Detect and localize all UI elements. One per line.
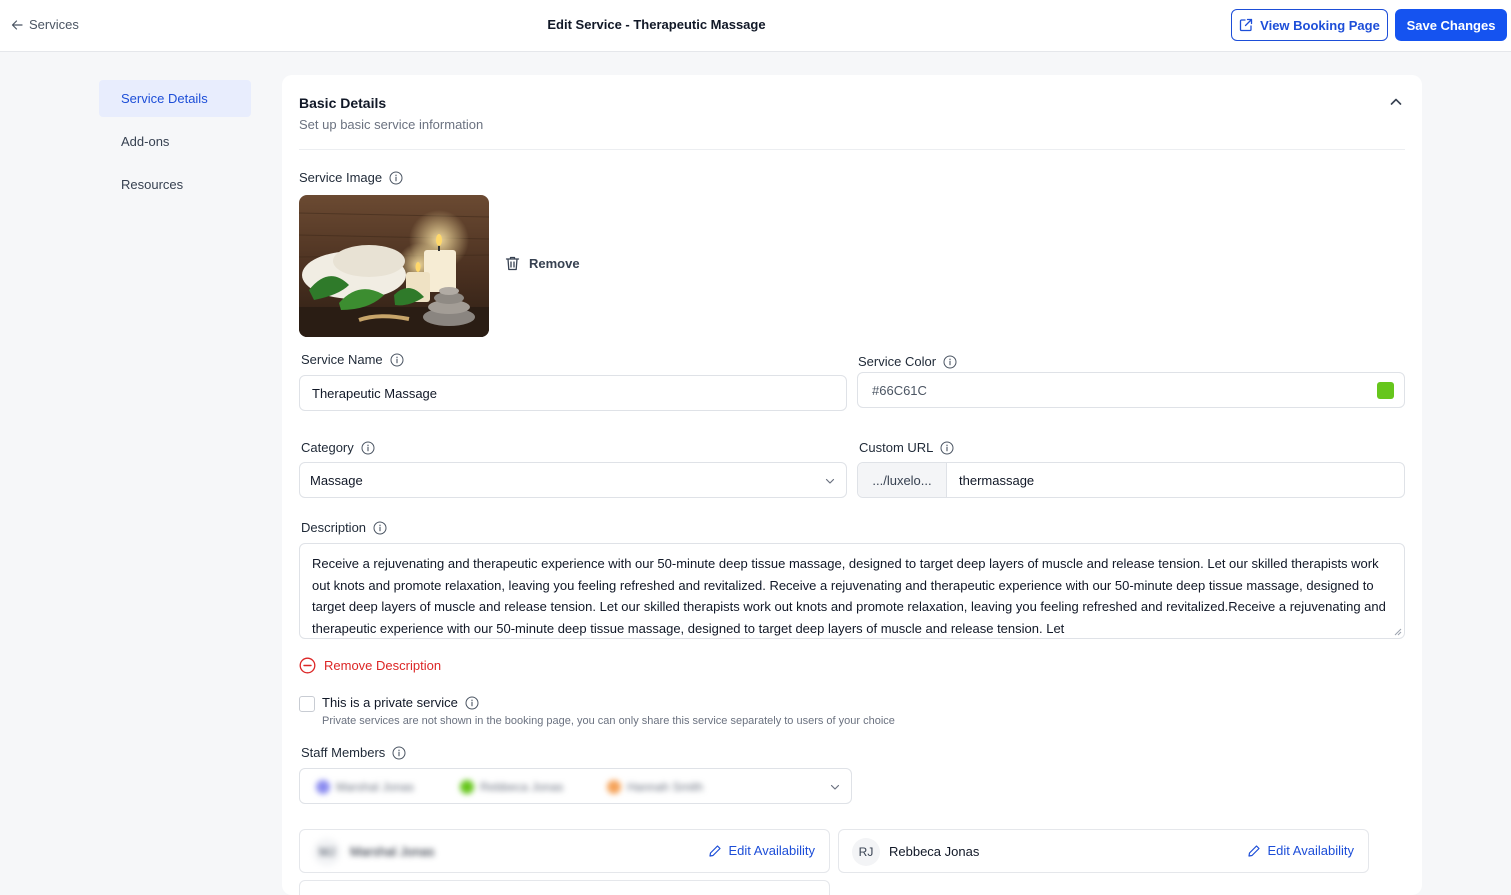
remove-description-button[interactable]: Remove Description xyxy=(299,657,441,674)
staff-chip-label: Marshal Jonas xyxy=(336,780,415,794)
color-swatch[interactable] xyxy=(1377,382,1394,399)
category-value: Massage xyxy=(310,472,363,488)
staff-chip-avatar xyxy=(460,780,474,794)
staff-chip[interactable]: Marshal Jonas xyxy=(316,778,414,796)
staff-members-label-row: Staff Members xyxy=(301,745,406,760)
category-label-row: Category xyxy=(301,440,375,455)
save-changes-button[interactable]: Save Changes xyxy=(1395,9,1507,41)
private-service-help-text: Private services are not shown in the bo… xyxy=(322,715,895,727)
view-booking-page-button[interactable]: View Booking Page xyxy=(1231,9,1388,41)
service-name-input[interactable]: Therapeutic Massage xyxy=(299,375,847,411)
resize-handle-icon[interactable] xyxy=(1394,628,1402,636)
staff-chip-label: Hannah Smith xyxy=(627,780,704,794)
view-booking-page-label: View Booking Page xyxy=(1260,17,1380,33)
custom-url-prefix: .../luxelo... xyxy=(858,463,947,497)
service-name-value: Therapeutic Massage xyxy=(312,385,438,401)
staff-members-select[interactable]: Marshal Jonas Rebbeca Jonas Hannah Smith xyxy=(299,768,852,804)
category-label: Category xyxy=(301,440,354,455)
info-icon[interactable] xyxy=(940,441,954,455)
minus-circle-icon xyxy=(299,657,316,674)
staff-avatar: MJ xyxy=(313,838,341,866)
custom-url-label: Custom URL xyxy=(859,440,934,455)
external-link-icon xyxy=(1240,18,1253,32)
private-service-label-row: This is a private service xyxy=(322,695,479,710)
spa-image xyxy=(299,195,489,337)
staff-card: RJ Rebbeca Jonas Edit Availability xyxy=(838,829,1369,873)
staff-name: Marshal Jonas xyxy=(350,844,435,859)
edit-availability-button[interactable]: Edit Availability xyxy=(708,843,815,858)
service-name-label: Service Name xyxy=(301,352,383,367)
service-color-label: Service Color xyxy=(858,354,937,369)
trash-icon xyxy=(505,256,520,271)
remove-image-button[interactable]: Remove xyxy=(504,255,580,272)
staff-chip[interactable]: Rebbeca Jonas xyxy=(460,778,563,796)
info-icon[interactable] xyxy=(373,521,387,535)
pencil-icon xyxy=(708,844,721,857)
sidebar-item-resources[interactable]: Resources xyxy=(99,166,251,203)
category-select[interactable]: Massage xyxy=(299,462,847,498)
sidebar-item-service-details[interactable]: Service Details xyxy=(99,80,251,117)
service-image-thumbnail[interactable] xyxy=(299,195,489,337)
info-icon[interactable] xyxy=(389,171,403,185)
custom-url-input[interactable]: .../luxelo... thermassage xyxy=(857,462,1405,498)
staff-chip-label: Rebbeca Jonas xyxy=(480,780,564,794)
custom-url-value: thermassage xyxy=(959,473,1035,488)
info-icon[interactable] xyxy=(390,353,404,367)
service-color-label-row: Service Color xyxy=(858,354,957,369)
private-service-label: This is a private service xyxy=(322,695,458,710)
page-title: Edit Service - Therapeutic Massage xyxy=(547,17,766,32)
chevron-down-icon xyxy=(830,784,840,790)
description-textarea[interactable]: Receive a rejuvenating and therapeutic e… xyxy=(299,543,1405,639)
custom-url-label-row: Custom URL xyxy=(859,440,954,455)
staff-members-label: Staff Members xyxy=(301,745,386,760)
staff-chip-avatar xyxy=(607,780,621,794)
description-label: Description xyxy=(301,520,367,535)
service-color-value: #66C61C xyxy=(872,382,927,398)
section-divider xyxy=(299,149,1405,150)
description-label-row: Description xyxy=(301,520,387,535)
service-image-label: Service Image xyxy=(299,170,383,185)
service-image-label-row: Service Image xyxy=(299,170,403,185)
chevron-up-icon[interactable] xyxy=(1388,94,1404,110)
pencil-icon xyxy=(1247,844,1260,857)
staff-card: MJ Marshal Jonas Edit Availability xyxy=(299,829,830,873)
info-icon[interactable] xyxy=(943,355,957,369)
section-subtitle: Set up basic service information xyxy=(299,117,484,132)
chevron-down-icon xyxy=(825,478,835,484)
service-name-label-row: Service Name xyxy=(301,352,404,367)
basic-details-card: Basic Details Set up basic service infor… xyxy=(282,75,1422,895)
sidebar-item-add-ons[interactable]: Add-ons xyxy=(99,123,251,160)
remove-description-label: Remove Description xyxy=(324,658,442,673)
info-icon[interactable] xyxy=(361,441,375,455)
private-service-checkbox[interactable] xyxy=(299,696,315,712)
info-icon[interactable] xyxy=(392,746,406,760)
edit-availability-label: Edit Availability xyxy=(1267,843,1354,858)
staff-chip-avatar xyxy=(316,780,330,794)
description-value: Receive a rejuvenating and therapeutic e… xyxy=(312,556,1386,636)
staff-card xyxy=(299,880,830,895)
service-color-input[interactable]: #66C61C xyxy=(857,372,1405,408)
edit-availability-label: Edit Availability xyxy=(728,843,815,858)
remove-image-label: Remove xyxy=(529,256,580,271)
edit-availability-button[interactable]: Edit Availability xyxy=(1247,843,1354,858)
section-title: Basic Details xyxy=(299,95,387,111)
staff-chip[interactable]: Hannah Smith xyxy=(607,778,703,796)
staff-name: Rebbeca Jonas xyxy=(889,844,980,859)
staff-avatar: RJ xyxy=(852,838,880,866)
top-bar: Services Edit Service - Therapeutic Mass… xyxy=(0,0,1511,52)
info-icon[interactable] xyxy=(465,696,479,710)
